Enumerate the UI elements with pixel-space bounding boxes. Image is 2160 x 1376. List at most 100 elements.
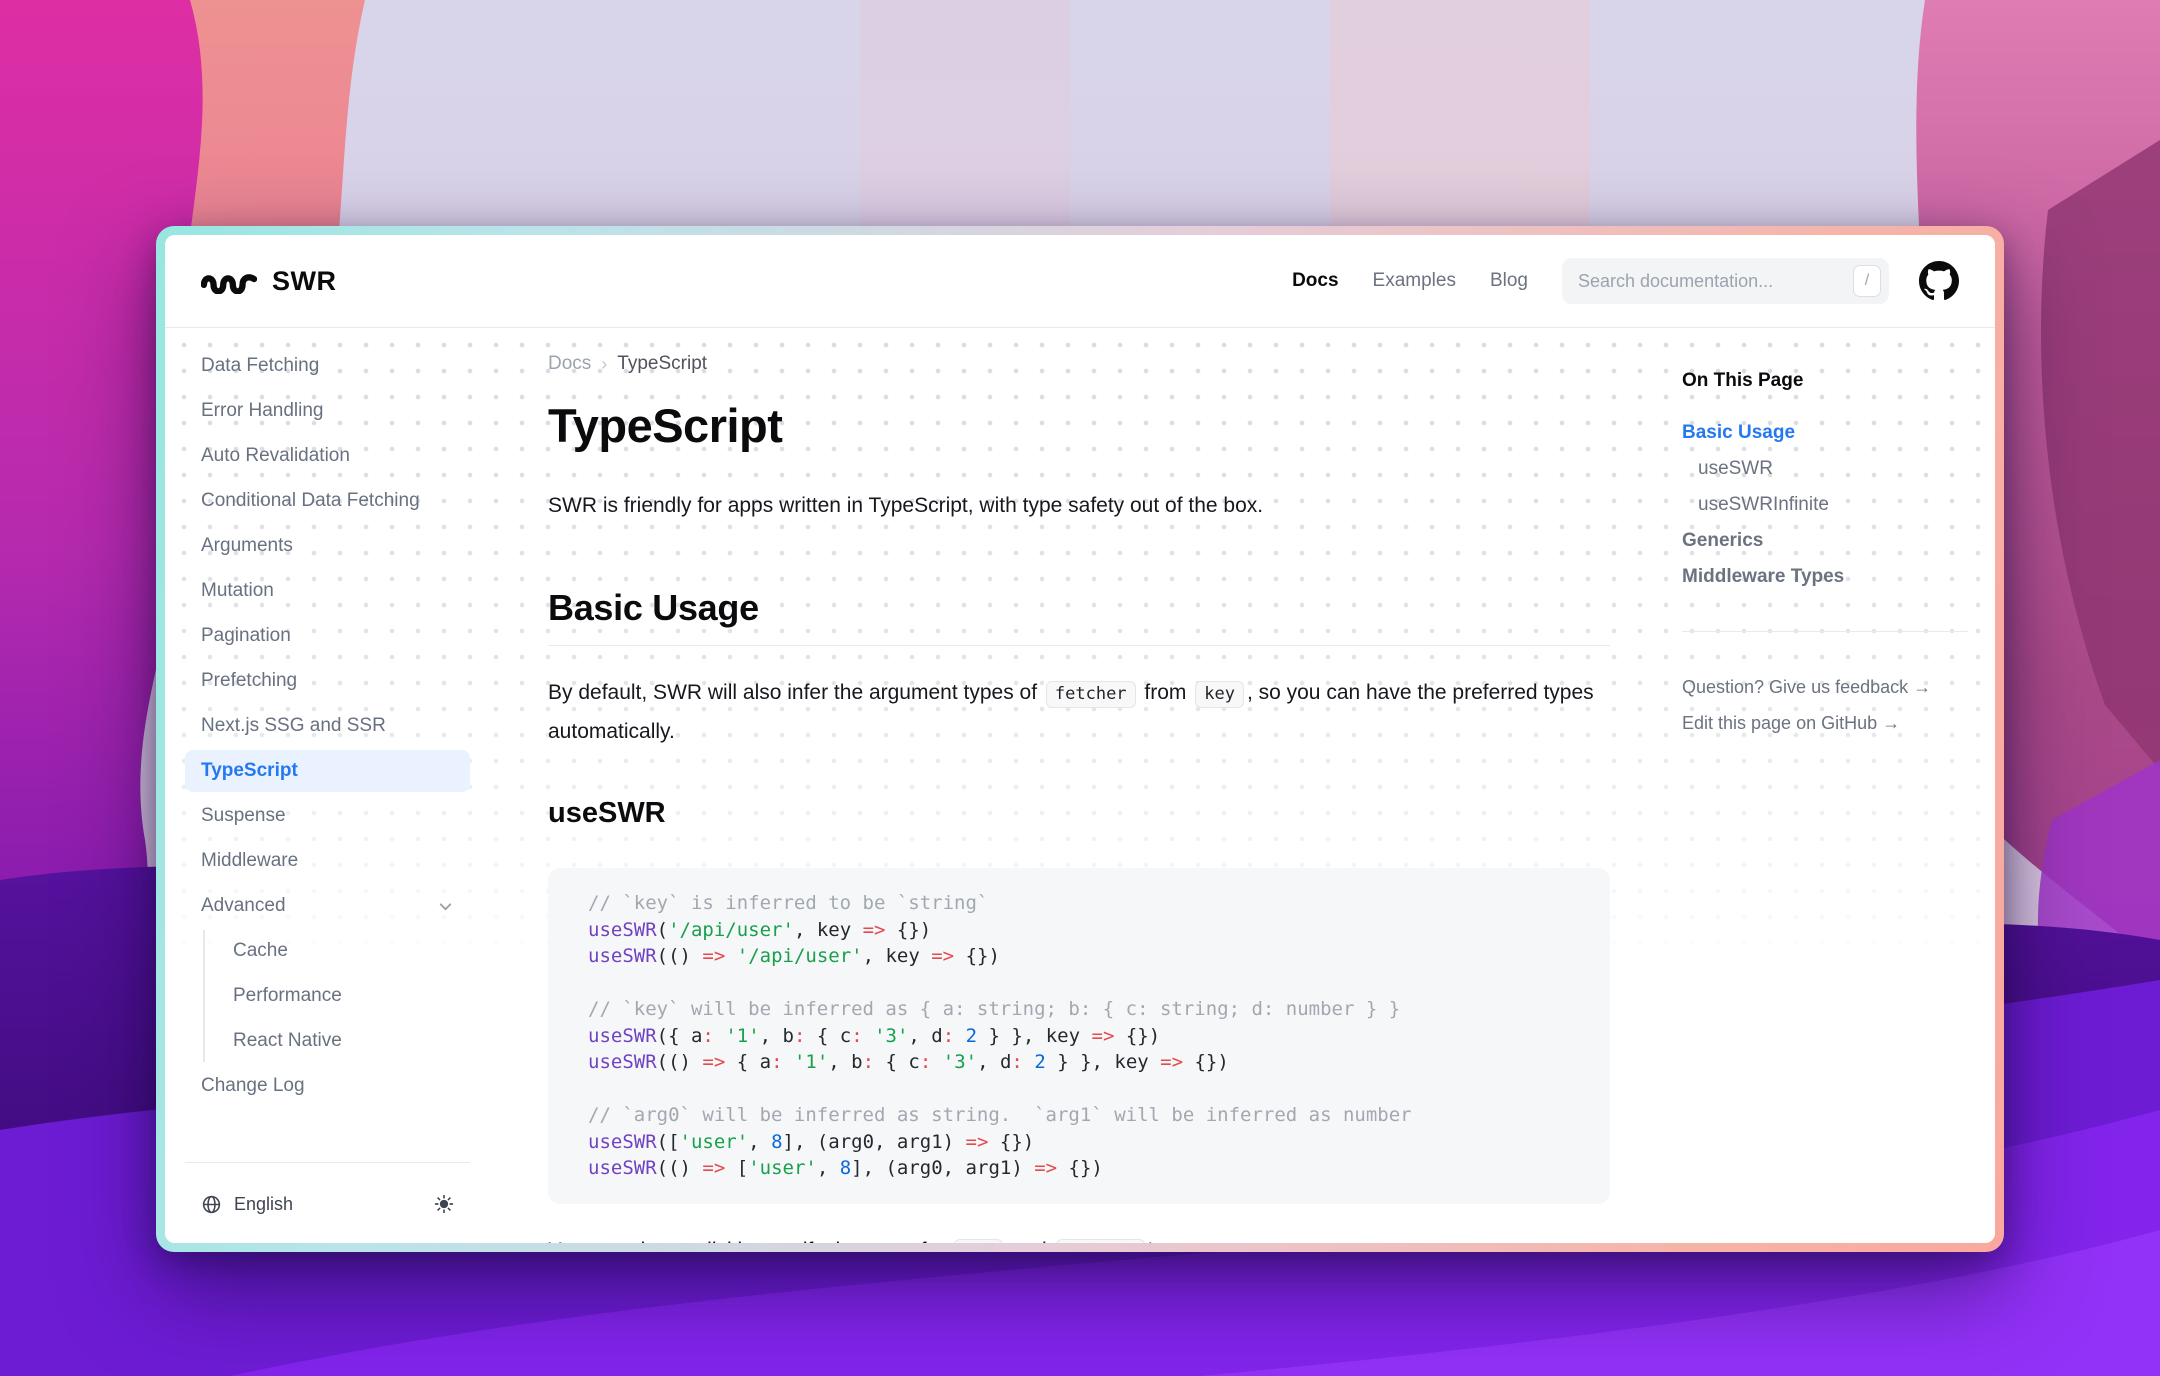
toc-item-generics[interactable]: Generics	[1682, 529, 1972, 553]
toc: On This Page Basic Usage useSWR useSWRInfi…	[1682, 328, 1972, 1243]
sidebar-item-label: Arguments	[201, 535, 293, 557]
page-intro: SWR is friendly for apps written in Type…	[548, 488, 1610, 524]
sidebar-item-label: Change Log	[201, 1075, 305, 1097]
sidebar-item-label: Error Handling	[201, 400, 324, 422]
swr-docs-app: SWR Docs Examples Blog / Data Fetching Erro…	[165, 235, 1995, 1243]
breadcrumb-separator: ›	[601, 352, 607, 376]
sidebar-item-label: Conditional Data Fetching	[201, 490, 420, 512]
sidebar-item-pagination[interactable]: Pagination	[185, 615, 470, 657]
code-line: useSWR(() => { a: '1', b: { c: '3', d: 2…	[588, 1049, 1570, 1076]
breadcrumb-item-docs[interactable]: Docs	[548, 352, 591, 376]
sidebar-item-label: Cache	[233, 940, 288, 962]
logo-text: SWR	[272, 266, 337, 297]
sidebar-item-label: TypeScript	[201, 760, 298, 782]
toc-link-question-give-us-feedback[interactable]: Question? Give us feedback →	[1682, 674, 1972, 700]
sidebar-item-conditional-data-fetching[interactable]: Conditional Data Fetching	[185, 480, 470, 522]
inline-code: fetcher	[1046, 681, 1136, 708]
sidebar-item-label: Next.js SSG and SSR	[201, 715, 386, 737]
sidebar-item-middleware[interactable]: Middleware	[185, 840, 470, 882]
sidebar-item-label: Mutation	[201, 580, 274, 602]
section-heading-basic-usage: Basic Usage	[548, 586, 1610, 646]
code-line: useSWR(() => ['user', 8], (arg0, arg1) =…	[588, 1155, 1570, 1182]
nav-item-docs[interactable]: Docs	[1292, 270, 1338, 292]
breadcrumb: Docs › TypeScript	[548, 352, 1610, 376]
toc-item-basic-usage[interactable]: Basic Usage	[1682, 421, 1972, 445]
sidebar-item-typescript[interactable]: TypeScript	[185, 750, 470, 792]
language-label: English	[234, 1194, 293, 1215]
site-header: SWR Docs Examples Blog /	[165, 235, 1995, 328]
sidebar-subgroup: Cache Performance React Native	[203, 930, 480, 1062]
sidebar-item-label: Advanced	[201, 895, 286, 917]
sidebar-item-label: Auto Revalidation	[201, 445, 350, 467]
sidebar-item-advanced[interactable]: Advanced	[185, 885, 470, 927]
code-block: // `key` is inferred to be `string`useSW…	[548, 868, 1610, 1204]
sidebar-item-react-native[interactable]: React Native	[205, 1020, 470, 1062]
swr-logo[interactable]: SWR	[201, 266, 337, 297]
sidebar-item-label: React Native	[233, 1030, 342, 1052]
sidebar-item-next-js-ssg-and-ssr[interactable]: Next.js SSG and SSR	[185, 705, 470, 747]
app-body: Data Fetching Error Handling Auto Revalida…	[165, 328, 1995, 1243]
sidebar-list: Data Fetching Error Handling Auto Revalida…	[185, 345, 480, 1107]
sidebar-item-auto-revalidation[interactable]: Auto Revalidation	[185, 435, 470, 477]
language-switcher[interactable]: English	[201, 1194, 293, 1215]
code-line	[588, 1076, 1570, 1103]
inline-code: fetcher	[1056, 1239, 1146, 1244]
toc-item-useswrinfinite[interactable]: useSWRInfinite	[1682, 493, 1972, 517]
toc-divider	[1682, 631, 1968, 632]
code-line: // `key` is inferred to be `string`	[588, 890, 1570, 917]
toc-heading: On This Page	[1682, 369, 1972, 393]
chevron-down-icon	[437, 898, 454, 915]
code-line: // `arg0` will be inferred as string. `a…	[588, 1102, 1570, 1129]
sidebar-item-mutation[interactable]: Mutation	[185, 570, 470, 612]
basic-usage-paragraph: By default, SWR will also infer the argu…	[548, 674, 1610, 751]
inline-code: key	[1195, 681, 1244, 708]
browser-window: SWR Docs Examples Blog / Data Fetching Erro…	[156, 226, 2004, 1252]
search-input[interactable]	[1576, 270, 1843, 293]
sidebar-item-prefetching[interactable]: Prefetching	[185, 660, 470, 702]
sidebar-item-change-log[interactable]: Change Log	[185, 1065, 470, 1107]
main-content: Docs › TypeScript TypeScript SWR is friend…	[548, 328, 1610, 1243]
theme-toggle-button[interactable]	[434, 1194, 454, 1214]
sidebar-item-suspense[interactable]: Suspense	[185, 795, 470, 837]
sidebar: Data Fetching Error Handling Auto Revalida…	[165, 328, 480, 1243]
trailing-paragraph: You can also explicitly specify the type…	[548, 1232, 1610, 1244]
code-line: useSWR(() => '/api/user', key => {})	[588, 943, 1570, 970]
toc-link-edit-this-page-on-github[interactable]: Edit this page on GitHub →	[1682, 710, 1972, 736]
search-box[interactable]: /	[1562, 258, 1889, 304]
toc-list: Basic Usage useSWR useSWRInfinite Generics M…	[1682, 421, 1972, 589]
code-line: useSWR({ a: '1', b: { c: '3', d: 2 } }, …	[588, 1023, 1570, 1050]
swr-logo-icon	[201, 268, 257, 294]
nav-item-examples[interactable]: Examples	[1373, 270, 1456, 292]
subsection-heading-useswr: useSWR	[548, 795, 1610, 831]
sidebar-item-label: Pagination	[201, 625, 291, 647]
github-link[interactable]	[1919, 261, 1959, 301]
sidebar-item-performance[interactable]: Performance	[205, 975, 470, 1017]
sidebar-item-arguments[interactable]: Arguments	[185, 525, 470, 567]
toc-item-middleware-types[interactable]: Middleware Types	[1682, 565, 1972, 589]
sidebar-item-label: Prefetching	[201, 670, 297, 692]
sidebar-divider	[185, 1162, 470, 1163]
header-nav: Docs Examples Blog	[1292, 270, 1528, 292]
inline-code: key	[954, 1239, 1003, 1244]
sun-icon	[434, 1194, 454, 1214]
toc-links: Question? Give us feedback → Edit this pa…	[1682, 674, 1972, 736]
code-line: // `key` will be inferred as { a: string…	[588, 996, 1570, 1023]
globe-icon	[201, 1194, 222, 1215]
code-line: useSWR(['user', 8], (arg0, arg1) => {})	[588, 1129, 1570, 1156]
page-title: TypeScript	[548, 398, 1610, 454]
code-line	[588, 970, 1570, 997]
toc-item-useswr[interactable]: useSWR	[1682, 457, 1972, 481]
github-icon	[1919, 261, 1959, 301]
sidebar-item-error-handling[interactable]: Error Handling	[185, 390, 470, 432]
breadcrumb-item-typescript: TypeScript	[617, 352, 707, 376]
sidebar-item-label: Data Fetching	[201, 355, 319, 377]
sidebar-item-cache[interactable]: Cache	[205, 930, 470, 972]
search-shortcut-key: /	[1853, 265, 1881, 297]
sidebar-item-label: Middleware	[201, 850, 298, 872]
sidebar-footer: English	[185, 1181, 470, 1227]
nav-item-blog[interactable]: Blog	[1490, 270, 1528, 292]
sidebar-item-label: Performance	[233, 985, 342, 1007]
sidebar-item-data-fetching[interactable]: Data Fetching	[185, 345, 470, 387]
code-line: useSWR('/api/user', key => {})	[588, 917, 1570, 944]
sidebar-item-label: Suspense	[201, 805, 286, 827]
